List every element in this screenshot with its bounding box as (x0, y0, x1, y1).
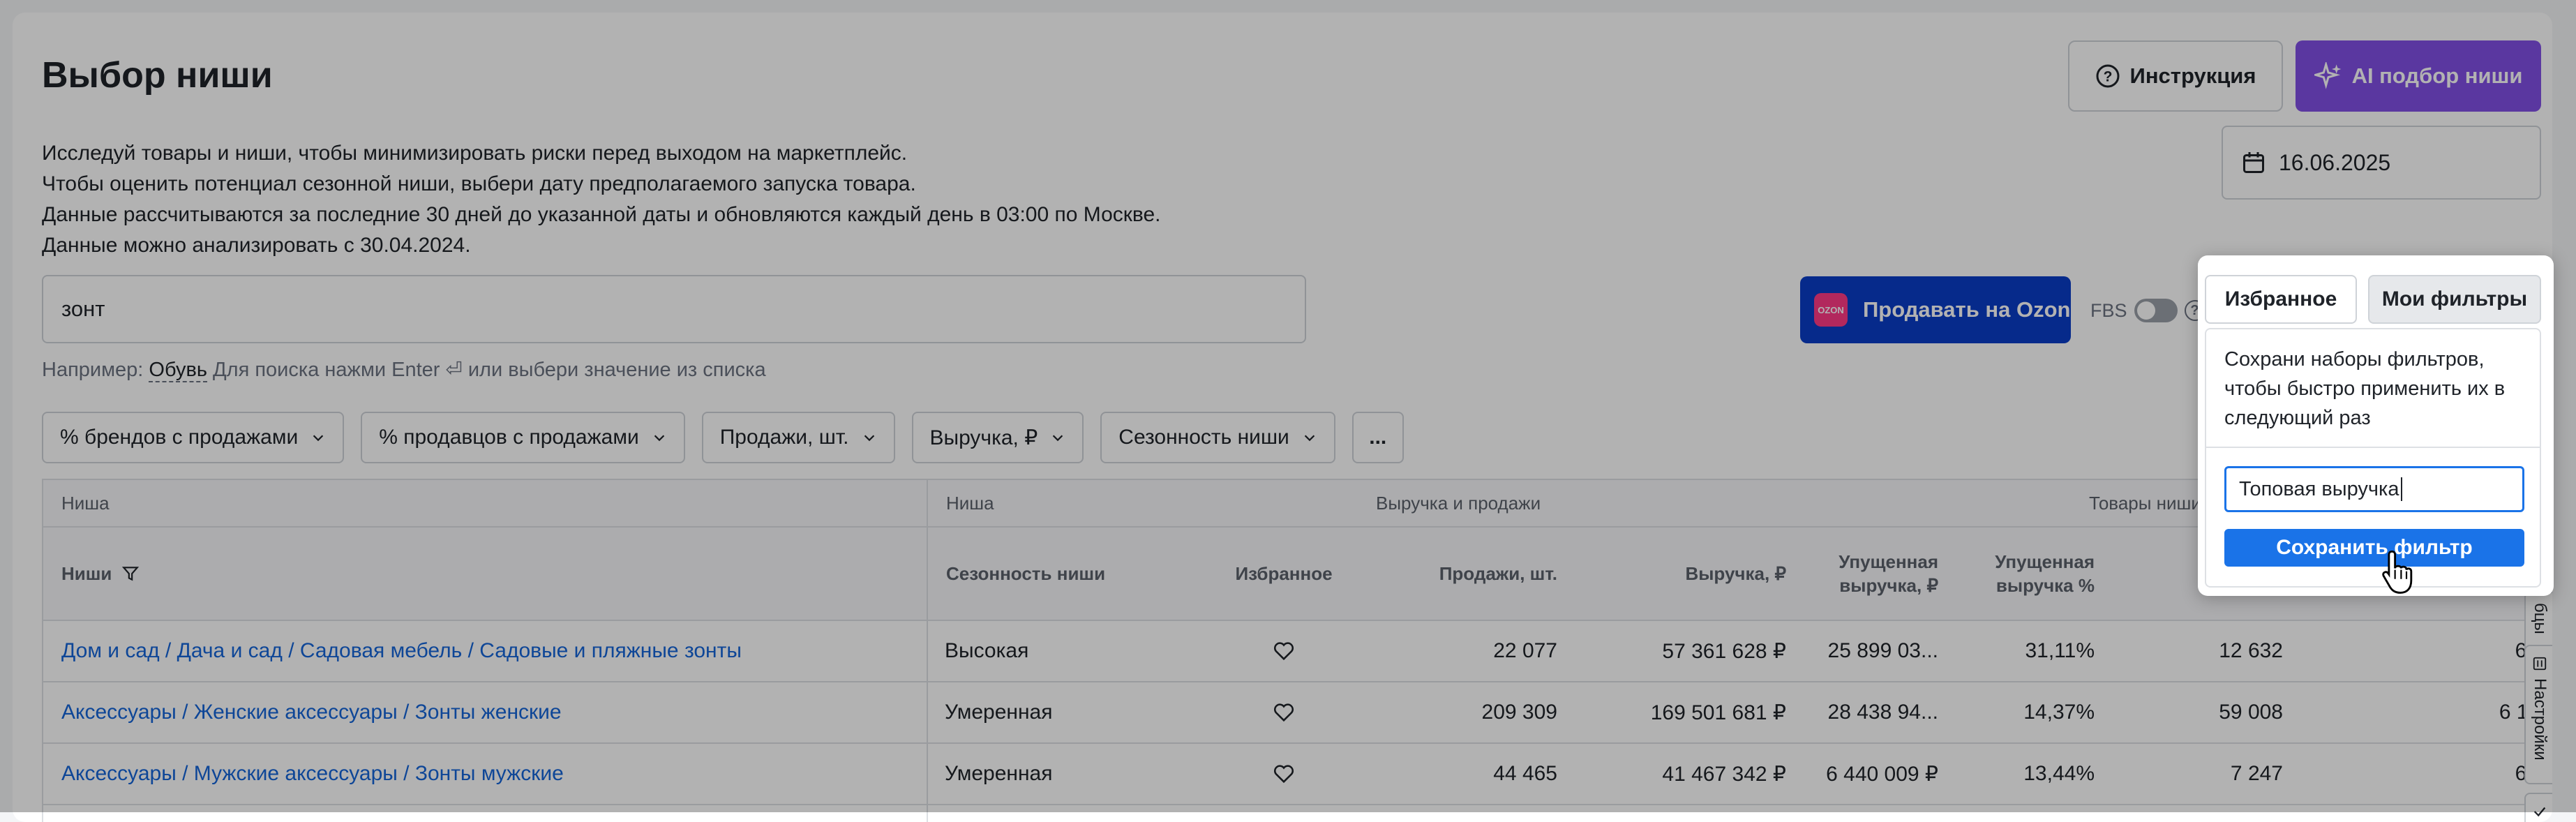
tab-favorites[interactable]: Избранное (2205, 275, 2357, 324)
text-cursor (2400, 477, 2402, 501)
filter-name-value: Топовая выручка (2239, 477, 2399, 500)
filter-name-input[interactable]: Топовая выручка (2224, 466, 2524, 512)
divider (2206, 447, 2540, 448)
tab-my-filters[interactable]: Мои фильтры (2368, 275, 2541, 324)
save-filter-description: Сохрани наборы фильтров, чтобы быстро пр… (2224, 348, 2506, 429)
save-filter-button[interactable]: Сохранить фильтр (2224, 529, 2524, 567)
modal-backdrop[interactable] (0, 0, 2576, 812)
hand-pointer-cursor-icon (2382, 550, 2413, 594)
saved-filters-popup: Избранное Мои фильтры Сохрани наборы фил… (2198, 255, 2554, 596)
save-filter-panel: Сохрани наборы фильтров, чтобы быстро пр… (2205, 328, 2541, 588)
